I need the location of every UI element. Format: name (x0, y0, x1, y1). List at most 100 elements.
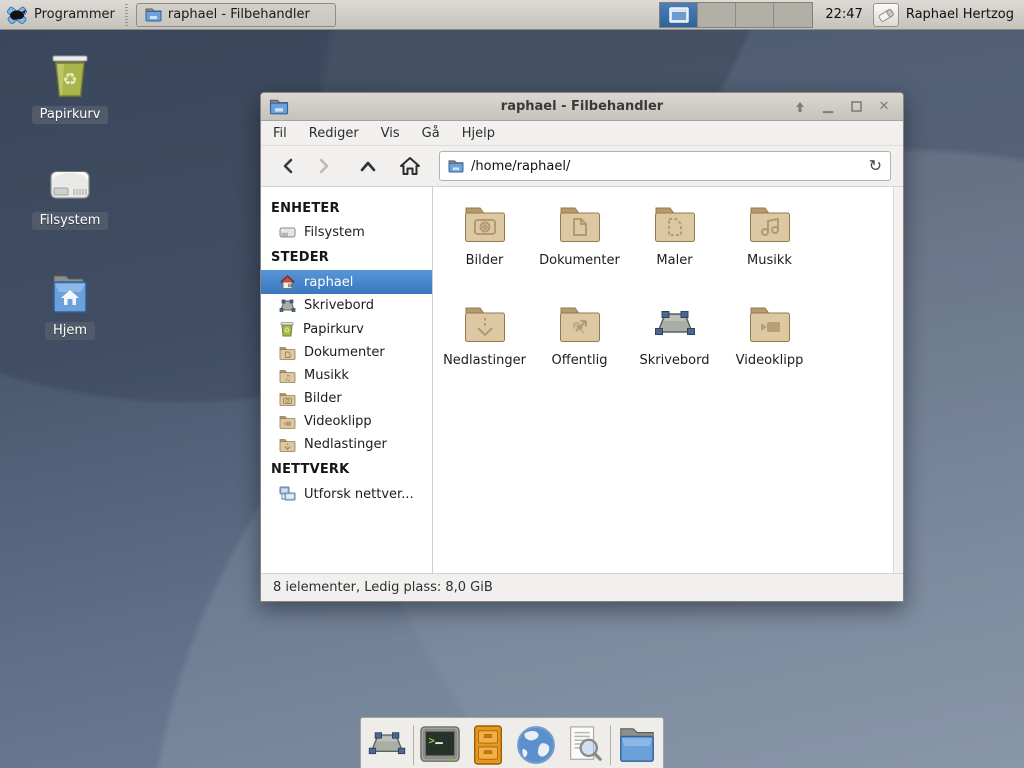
file-item-offentlig[interactable]: Offentlig (532, 301, 627, 401)
file-item-musikk[interactable]: Musikk (722, 201, 817, 301)
taskbar-window-button[interactable]: raphael - Filbehandler (136, 3, 336, 27)
sidebar-header-network: NETTVERK (261, 456, 432, 482)
file-manager-icon (615, 725, 659, 765)
workspace-switcher[interactable] (659, 2, 813, 28)
workspace-3[interactable] (736, 3, 774, 27)
session-menu-button[interactable] (873, 3, 899, 27)
file-item-videoklipp[interactable]: Videoklipp (722, 301, 817, 401)
location-bar[interactable]: /home/raphael/ ↻ (439, 151, 891, 181)
folder-downloads-icon (461, 301, 509, 349)
workspace-2[interactable] (698, 3, 736, 27)
desktop-icon-home[interactable]: Hjem (15, 272, 125, 340)
sidebar-item-label: Musikk (304, 368, 349, 383)
workspace-1-active[interactable] (660, 3, 698, 27)
file-cabinet-button[interactable] (466, 722, 510, 768)
shade-arrow-icon (794, 101, 806, 113)
sidebar-item-label: Videoklipp (304, 414, 372, 429)
menubar: Fil Rediger Vis Gå Hjelp (261, 121, 903, 146)
sidebar-item-music[interactable]: ♫ Musikk (261, 364, 432, 387)
svg-text:>: > (429, 735, 435, 747)
terminal-icon: > (419, 725, 461, 765)
folder-downloads-icon (279, 438, 296, 452)
file-item-maler[interactable]: Maler (627, 201, 722, 301)
titlebar[interactable]: raphael - Filbehandler ▁ ✕ (261, 93, 903, 121)
desktop-icon-filesystem[interactable]: Filsystem (15, 162, 125, 230)
home-icon (279, 274, 296, 290)
file-manager-button[interactable] (615, 722, 659, 768)
file-item-skrivebord[interactable]: Skrivebord (627, 301, 722, 401)
sidebar-item-desktop[interactable]: Skrivebord (261, 294, 432, 317)
trash-icon: ♻ (279, 321, 295, 337)
desktop-icon-trash[interactable]: ♻ Papirkurv (15, 50, 125, 124)
desktop-icon (279, 298, 296, 313)
top-panel: Programmer raphael - Filbehandler (0, 0, 1024, 30)
path-text[interactable]: /home/raphael/ (471, 159, 862, 174)
desktop-icon-label: Hjem (45, 322, 95, 340)
back-button[interactable] (273, 152, 303, 180)
find-files-button[interactable] (562, 722, 606, 768)
sidebar-item-browse-network[interactable]: Utforsk nettver... (261, 482, 432, 506)
find-files-icon (564, 724, 604, 766)
dock-panel: > (360, 717, 664, 768)
show-desktop-icon (365, 725, 409, 765)
maximize-button[interactable] (847, 98, 865, 116)
close-button[interactable]: ✕ (875, 98, 893, 116)
statusbar: 8 ielementer, Ledig plass: 8,0 GiB (261, 573, 903, 601)
folder-music-icon: ♫ (279, 369, 296, 383)
file-item-nedlastinger[interactable]: Nedlastinger (437, 301, 532, 401)
sidebar-item-raphael[interactable]: raphael (261, 270, 432, 294)
show-desktop-button[interactable] (365, 722, 409, 768)
sidebar-item-filesystem[interactable]: Filsystem (261, 221, 432, 244)
trash-icon: ♻ (46, 50, 94, 100)
file-item-dokumenter[interactable]: Dokumenter (532, 201, 627, 301)
applications-menu-button[interactable]: Programmer (0, 0, 125, 29)
sidebar-item-videos[interactable]: Videoklipp (261, 410, 432, 433)
sidebar-item-pictures[interactable]: Bilder (261, 387, 432, 410)
home-button[interactable] (395, 152, 425, 180)
folder-pictures-icon (461, 201, 509, 249)
back-arrow-icon (280, 157, 296, 175)
network-icon (279, 486, 296, 502)
file-view: Bilder Dokumenter (433, 187, 903, 573)
menu-edit[interactable]: Rediger (309, 126, 359, 141)
workspace-4[interactable] (774, 3, 812, 27)
forward-button[interactable] (309, 152, 339, 180)
clock[interactable]: 22:47 (825, 7, 862, 22)
sidebar-item-documents[interactable]: Dokumenter (261, 341, 432, 364)
sidebar-header-places: STEDER (261, 244, 432, 270)
applications-menu-label: Programmer (34, 7, 115, 22)
file-label: Bilder (466, 253, 504, 268)
file-label: Offentlig (552, 353, 608, 368)
folder-videos-icon (279, 415, 296, 429)
sidebar-item-trash[interactable]: ♻ Papirkurv (261, 317, 432, 341)
folder-documents-icon (279, 346, 296, 360)
folder-videos-icon (746, 301, 794, 349)
terminal-button[interactable]: > (418, 722, 462, 768)
path-folder-icon (448, 159, 464, 173)
desktop: Programmer raphael - Filbehandler (0, 0, 1024, 768)
file-label: Musikk (747, 253, 792, 268)
folder-public-icon (556, 301, 604, 349)
desktop-icon-label: Filsystem (32, 212, 109, 230)
sidebar-item-downloads[interactable]: Nedlastinger (261, 433, 432, 456)
file-item-bilder[interactable]: Bilder (437, 201, 532, 301)
file-label: Skrivebord (639, 353, 709, 368)
vertical-scrollbar[interactable] (893, 187, 903, 573)
file-label: Nedlastinger (443, 353, 526, 368)
file-label: Videoklipp (736, 353, 804, 368)
refresh-button[interactable]: ↻ (869, 158, 882, 174)
up-arrow-icon (359, 159, 377, 173)
up-button[interactable] (353, 152, 383, 180)
shade-button[interactable] (791, 98, 809, 116)
sidebar-item-label: Utforsk nettver... (304, 487, 414, 502)
menu-help[interactable]: Hjelp (462, 126, 495, 141)
menu-file[interactable]: Fil (273, 126, 287, 141)
web-browser-button[interactable] (514, 722, 558, 768)
sidebar: ENHETER Filsystem STEDER (261, 187, 433, 573)
folder-templates-icon (651, 201, 699, 249)
dock-separator (610, 725, 611, 765)
taskbar-window-label: raphael - Filbehandler (168, 7, 310, 22)
minimize-button[interactable]: ▁ (819, 98, 837, 116)
menu-go[interactable]: Gå (422, 126, 440, 141)
menu-view[interactable]: Vis (381, 126, 400, 141)
